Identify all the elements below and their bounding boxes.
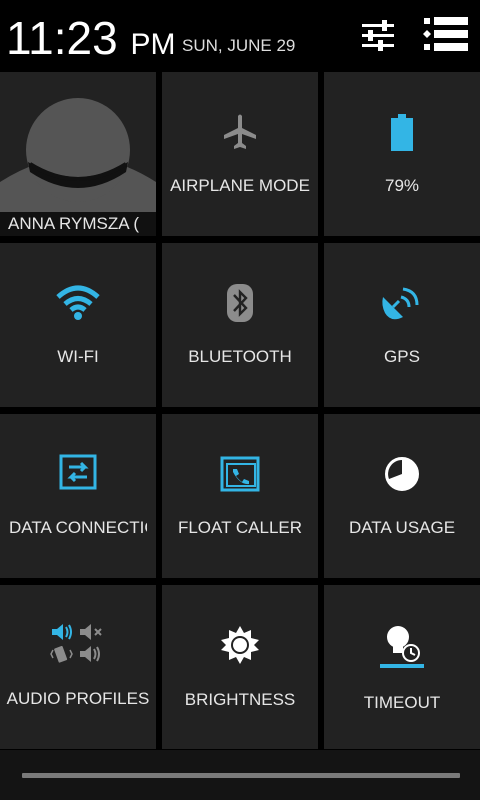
user-avatar-icon [0,72,156,212]
audio-profiles-icon [50,617,106,665]
tile-wifi[interactable]: WI-FI [0,243,156,407]
time-text: 11:23 [6,12,118,64]
float-caller-label: FLOAT CALLER [177,518,303,537]
tile-brightness[interactable]: BRIGHTNESS [162,585,318,749]
drag-handle-bar[interactable] [22,773,460,778]
tile-gps[interactable]: GPS [324,243,480,407]
gps-label: GPS [384,347,420,366]
tile-data-usage[interactable]: DATA USAGE [324,414,480,578]
data-usage-icon [384,456,420,492]
tile-audio-profiles[interactable]: AUDIO PROFILES [0,585,156,749]
date-text[interactable]: SUN, JUNE 29 [182,36,295,56]
tile-float-caller[interactable]: FLOAT CALLER [162,414,318,578]
wifi-icon [56,285,100,321]
quick-settings-grid: ANNA RYMSZA ( AIRPLANE MODE 79% WI-FI BL… [0,72,480,750]
ampm-text: PM [130,28,176,61]
notification-list-icon [423,17,468,51]
data-connection-label: DATA CONNECTIC [9,518,147,537]
tile-data-connection[interactable]: DATA CONNECTIC [0,414,156,578]
data-connection-icon [59,454,97,490]
tile-timeout[interactable]: TIMEOUT [324,585,480,749]
float-caller-icon [220,456,260,492]
sliders-icon [362,20,394,51]
tile-bluetooth[interactable]: BLUETOOTH [162,243,318,407]
timeout-label: TIMEOUT [363,693,441,712]
bluetooth-icon [226,283,254,323]
brightness-label: BRIGHTNESS [184,690,296,709]
airplane-icon [220,112,260,152]
battery-icon [390,114,414,152]
status-header: 11:23 PM SUN, JUNE 29 [0,0,480,72]
clock[interactable]: 11:23 PM [6,12,175,71]
tile-user[interactable]: ANNA RYMSZA ( [0,72,156,236]
airplane-mode-label: AIRPLANE MODE [170,176,310,195]
user-name-label: ANNA RYMSZA ( [0,212,156,236]
gps-satellite-icon [381,283,423,325]
wifi-label: WI-FI [57,347,99,366]
brightness-icon [220,625,260,665]
battery-label: 79% [384,176,420,195]
bluetooth-label: BLUETOOTH [188,347,292,366]
notification-list-button[interactable] [422,14,470,58]
tile-airplane-mode[interactable]: AIRPLANE MODE [162,72,318,236]
audio-profiles-label: AUDIO PROFILES [6,689,150,708]
timeout-icon [378,623,426,671]
settings-button[interactable] [356,14,400,58]
tile-battery[interactable]: 79% [324,72,480,236]
data-usage-label: DATA USAGE [348,518,456,537]
drag-handle-area[interactable] [0,750,480,800]
